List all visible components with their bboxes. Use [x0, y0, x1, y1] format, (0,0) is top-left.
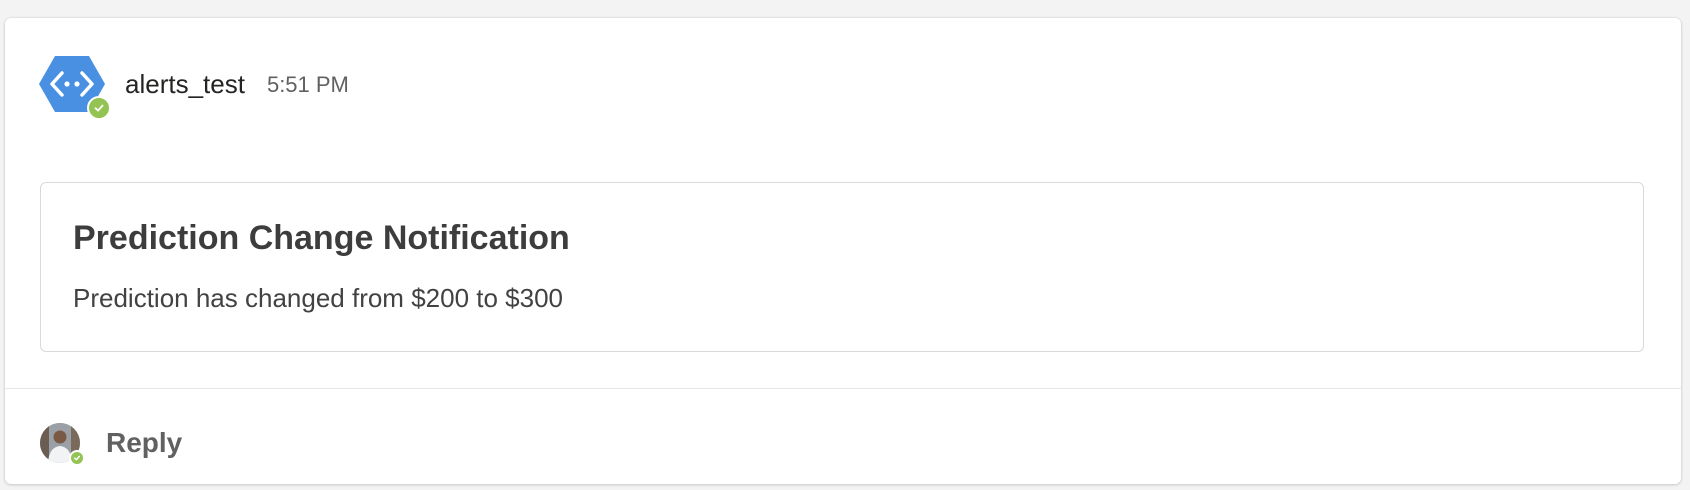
sender-name[interactable]: alerts_test — [125, 69, 245, 100]
user-avatar — [40, 423, 85, 466]
adaptive-card: Prediction Change Notification Predictio… — [40, 182, 1644, 352]
divider — [5, 388, 1681, 389]
card-body-text: Prediction has changed from $200 to $300 — [73, 283, 564, 313]
message-timestamp: 5:51 PM — [266, 72, 349, 97]
reply-button[interactable]: Reply — [40, 422, 182, 466]
bot-avatar[interactable] — [39, 52, 111, 120]
presence-available-icon — [87, 96, 111, 120]
presence-available-icon — [69, 450, 85, 466]
card-title: Prediction Change Notification — [73, 219, 570, 257]
reply-label[interactable]: Reply — [106, 427, 182, 459]
message-header: alerts_test 5:51 PM — [39, 52, 349, 120]
message-card: alerts_test 5:51 PM Prediction Change No… — [5, 18, 1681, 484]
